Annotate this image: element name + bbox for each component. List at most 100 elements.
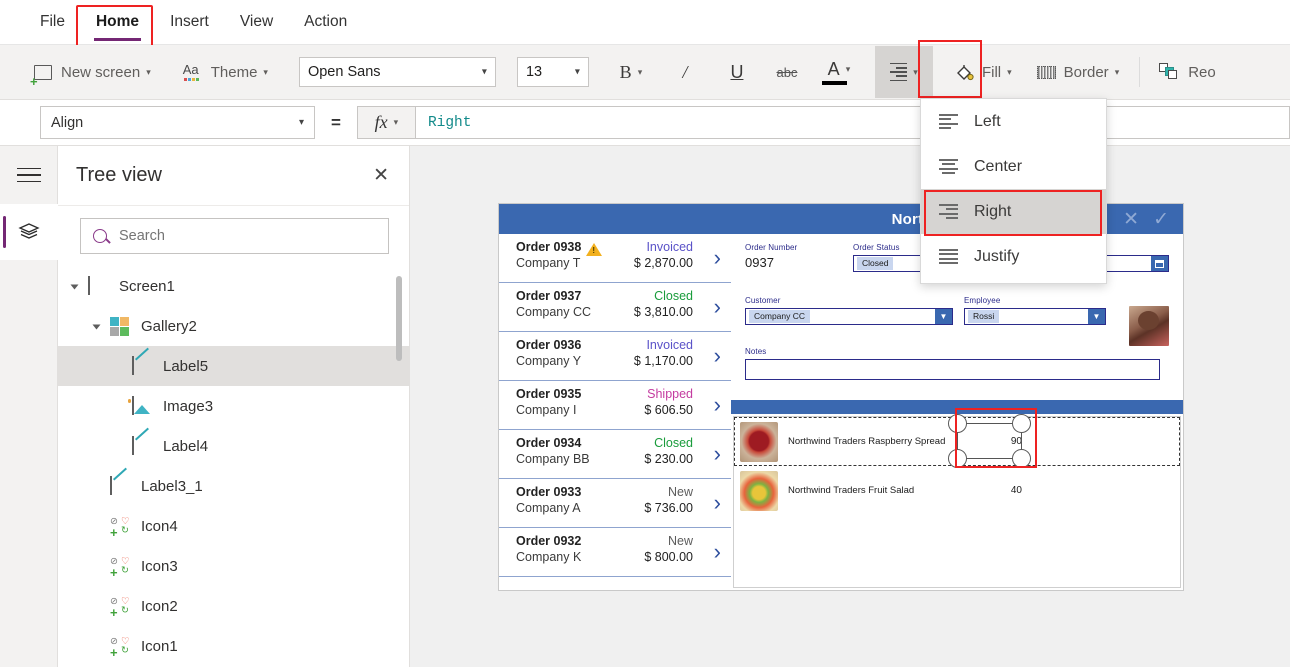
font-color-button[interactable]: A ▾ [817, 52, 861, 92]
cancel-icon[interactable]: ✕ [1123, 210, 1139, 229]
order-list-item[interactable]: Order 0934 Closed Company BB $ 230.00 › [499, 430, 731, 479]
chevron-right-icon[interactable]: › [714, 394, 721, 416]
label-icon [110, 476, 132, 495]
notes-input[interactable] [745, 359, 1160, 380]
order-list-item[interactable]: Order 0938 Invoiced Company T $ 2,870.00 › [499, 234, 731, 283]
resize-handle[interactable] [1012, 414, 1031, 433]
align-right-icon [939, 204, 958, 219]
chevron-right-icon[interactable]: › [714, 345, 721, 367]
menu-item-view[interactable]: View [238, 9, 275, 35]
menu-item-file[interactable]: File [38, 9, 67, 35]
customer-combobox[interactable]: Company CC ▼ [745, 308, 953, 325]
employee-value: Rossi [968, 309, 1000, 324]
app-canvas-area: Order 0938InvoicedCompany T$ 2,870.00›Or… [410, 146, 1290, 667]
tree-item-icon3[interactable]: ⊘ ♡ + ↻ Icon3 [58, 546, 409, 586]
order-status: Closed [654, 289, 693, 303]
underline-button[interactable]: U [715, 52, 759, 92]
theme-button[interactable]: Aa Theme ▾ [183, 52, 268, 92]
tree-item-image3[interactable]: Image3 [58, 386, 409, 426]
border-button[interactable]: Border ▾ [1036, 52, 1119, 92]
font-family-select[interactable]: Open Sans [298, 57, 496, 87]
order-company: Company I [516, 403, 577, 417]
chevron-right-icon[interactable]: › [714, 443, 721, 465]
align-menu-item-left[interactable]: Left [921, 99, 1106, 144]
product-quantity: 40 [1010, 485, 1022, 496]
product-row[interactable]: Northwind Traders Raspberry Spread 90 [734, 414, 1180, 468]
new-screen-button[interactable]: New screen ▾ [30, 52, 151, 92]
left-rail [0, 146, 58, 667]
tree-item-gallery2[interactable]: Gallery2 [58, 306, 409, 346]
calendar-icon[interactable] [1151, 256, 1168, 271]
employee-combobox[interactable]: Rossi ▼ [964, 308, 1106, 325]
chevron-down-icon: ▾ [913, 66, 918, 77]
confirm-check-icon[interactable]: ✓ [1153, 210, 1169, 229]
tree-item-screen1[interactable]: Screen1 [58, 266, 409, 306]
tree-item-label: Image3 [163, 397, 214, 415]
menu-item-home[interactable]: Home [93, 9, 142, 41]
tree-item-icon1[interactable]: ⊘ ♡ + ↻ Icon1 [58, 626, 409, 666]
chevron-down-icon: ▾ [146, 66, 151, 77]
tree-item-label5[interactable]: Label5 [58, 346, 409, 386]
order-list-item[interactable]: Order 0933 New Company A $ 736.00 › [499, 479, 731, 528]
font-size-select[interactable]: 13 [516, 57, 589, 87]
tree-search-box[interactable] [80, 218, 389, 254]
align-menu-item-right[interactable]: Right [921, 189, 1106, 234]
active-indicator [3, 216, 6, 248]
property-selector[interactable]: Align ▾ [40, 106, 315, 139]
product-image [740, 470, 778, 511]
align-left-icon [939, 114, 958, 129]
chevron-down-icon[interactable]: ▼ [935, 309, 952, 324]
tree-scrollbar[interactable] [396, 276, 402, 361]
tree-item-label3_1[interactable]: Label3_1 [58, 466, 409, 506]
tree-item-icon4[interactable]: ⊘ ♡ + ↻ Icon4 [58, 506, 409, 546]
text-alignment-button[interactable]: ▾ [874, 46, 933, 98]
chevron-right-icon[interactable]: › [714, 492, 721, 514]
tree-view-header: Tree view ✕ [58, 146, 409, 206]
chevron-down-icon[interactable]: ▼ [1088, 309, 1105, 324]
order-amount: $ 2,870.00 [633, 256, 693, 270]
tree-item-icon2[interactable]: ⊘ ♡ + ↻ Icon2 [58, 586, 409, 626]
menu-item-action[interactable]: Action [302, 9, 349, 35]
order-list-item[interactable]: Order 0935 Shipped Company I $ 606.50 › [499, 381, 731, 430]
order-company: Company Y [516, 354, 582, 368]
formula-input[interactable]: Right [414, 106, 1290, 139]
tree-item-label: Screen1 [119, 277, 175, 295]
product-row[interactable]: Northwind Traders Fruit Salad 40 [734, 466, 1180, 515]
order-company: Company K [516, 550, 582, 564]
rail-item-tree-view[interactable] [0, 204, 58, 260]
order-status: Invoiced [646, 338, 693, 352]
expand-arrow-icon[interactable] [70, 280, 83, 293]
align-justify-icon [939, 249, 958, 264]
order-number: Order 0937 [516, 289, 582, 303]
order-list-item[interactable]: Order 0937 Closed Company CC $ 3,810.00 › [499, 283, 731, 332]
resize-handle[interactable] [948, 414, 967, 433]
align-menu-item-justify[interactable]: Justify [921, 234, 1106, 279]
product-name: Northwind Traders Raspberry Spread [788, 436, 946, 447]
tree-item-label4[interactable]: Label4 [58, 426, 409, 466]
order-list-item[interactable]: Order 0936 Invoiced Company Y $ 1,170.00 › [499, 332, 731, 381]
tree-item-label: Icon2 [141, 597, 178, 615]
italic-button[interactable]: / [663, 52, 707, 92]
chevron-right-icon[interactable]: › [714, 541, 721, 563]
chevron-down-icon: ▾ [393, 117, 399, 127]
fill-button[interactable]: Fill ▾ [955, 52, 1012, 92]
gallery-icon [110, 317, 132, 336]
order-company: Company CC [516, 305, 592, 319]
chevron-right-icon[interactable]: › [714, 296, 721, 318]
strikethrough-button[interactable]: abc [765, 52, 809, 92]
close-icon[interactable]: ✕ [373, 166, 389, 185]
fx-button[interactable]: fx ▾ [356, 106, 415, 139]
menu-item-insert[interactable]: Insert [168, 9, 211, 35]
reorder-label: Reo [1188, 63, 1216, 81]
expand-arrow-icon[interactable] [92, 320, 105, 333]
formula-value: Right [427, 114, 472, 131]
search-input[interactable] [117, 227, 388, 245]
tree-item-label: Label5 [163, 357, 209, 375]
property-selector-value: Align [51, 114, 84, 131]
bold-button[interactable]: B ▾ [609, 52, 653, 92]
align-menu-item-center[interactable]: Center [921, 144, 1106, 189]
order-list-item[interactable]: Order 0932 New Company K $ 800.00 › [499, 528, 731, 577]
reorder-button[interactable]: Reo [1159, 52, 1216, 92]
hamburger-menu-button[interactable] [0, 146, 58, 204]
chevron-right-icon[interactable]: › [714, 247, 721, 269]
